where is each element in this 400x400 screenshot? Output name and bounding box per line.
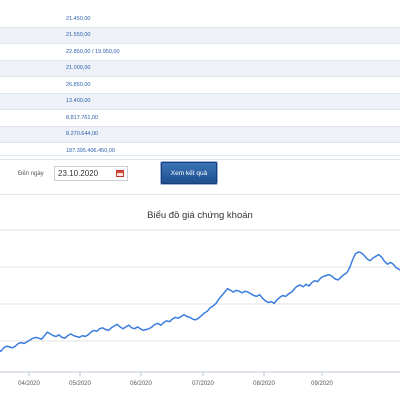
x-tick-label: 09/2020 (311, 381, 333, 387)
summary-table: 21.450,00 21.550,00 22.850,00 / 19.950,0… (0, 11, 400, 160)
to-date-label: Đến ngày (18, 171, 44, 177)
x-tick-label: 06/2020 (130, 381, 152, 387)
to-date-value: 23.10.2020 (58, 169, 99, 178)
x-tick-label: 07/2020 (192, 381, 214, 387)
summary-value: 21.450,00 (66, 15, 91, 22)
summary-value: 21.550,00 (66, 32, 91, 39)
table-row: 13.400,00 (0, 93, 400, 110)
table-row: 26.850,00 (0, 77, 400, 94)
table-row: 8.817.761,00 (0, 110, 400, 127)
summary-value: 13.400,00 (66, 98, 91, 105)
calendar-icon[interactable] (116, 170, 124, 177)
view-results-button[interactable]: Xem kết quả (161, 162, 217, 184)
x-tick-label: 08/2020 (253, 381, 275, 387)
price-chart: 04/2020 05/2020 06/2020 07/2020 08/2020 09/20… (0, 229, 400, 387)
date-filter-bar: Đến ngày 23.10.2020 Xem kết quả (0, 155, 400, 195)
table-row: 21.000,00 (0, 60, 400, 77)
to-date-input[interactable]: 23.10.2020 (54, 166, 128, 181)
table-row: 8.270.644,00 (0, 126, 400, 143)
summary-value: 26.850,00 (66, 81, 91, 88)
summary-value: 8.817.761,00 (66, 114, 99, 121)
table-row: 22.850,00 / 19.950,00 (0, 44, 400, 61)
table-row: 21.450,00 (0, 11, 400, 28)
summary-value: 22.850,00 / 19.950,00 (66, 48, 120, 55)
table-row: 21.550,00 (0, 27, 400, 44)
summary-value: 21.000,00 (66, 65, 91, 72)
summary-value: 187.395.406.450,00 (66, 147, 115, 154)
chart-title: Biểu đồ giá chứng khoán (147, 210, 253, 221)
x-tick-label: 04/2020 (18, 381, 40, 387)
x-tick-label: 05/2020 (69, 381, 91, 387)
summary-value: 8.270.644,00 (66, 131, 99, 138)
